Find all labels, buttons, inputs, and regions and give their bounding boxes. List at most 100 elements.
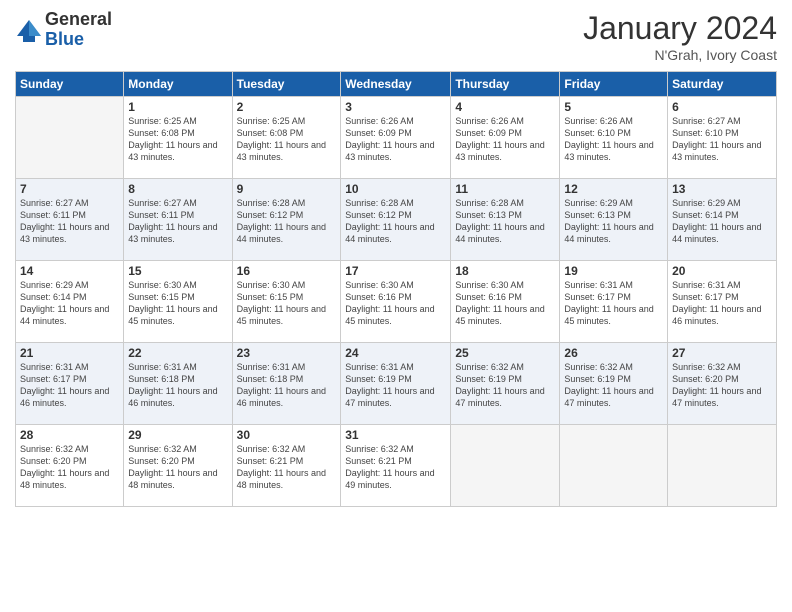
logo-icon — [15, 16, 43, 44]
day-number: 25 — [455, 346, 555, 360]
day-number: 30 — [237, 428, 337, 442]
header-thursday: Thursday — [451, 72, 560, 97]
table-row: 26Sunrise: 6:32 AM Sunset: 6:19 PM Dayli… — [560, 343, 668, 425]
day-number: 29 — [128, 428, 227, 442]
day-info: Sunrise: 6:31 AM Sunset: 6:17 PM Dayligh… — [20, 361, 119, 410]
day-info: Sunrise: 6:28 AM Sunset: 6:12 PM Dayligh… — [345, 197, 446, 246]
day-info: Sunrise: 6:29 AM Sunset: 6:13 PM Dayligh… — [564, 197, 663, 246]
calendar-week-row: 7Sunrise: 6:27 AM Sunset: 6:11 PM Daylig… — [16, 179, 777, 261]
table-row: 11Sunrise: 6:28 AM Sunset: 6:13 PM Dayli… — [451, 179, 560, 261]
table-row: 20Sunrise: 6:31 AM Sunset: 6:17 PM Dayli… — [668, 261, 777, 343]
day-info: Sunrise: 6:30 AM Sunset: 6:15 PM Dayligh… — [237, 279, 337, 328]
day-number: 5 — [564, 100, 663, 114]
table-row — [668, 425, 777, 507]
day-number: 28 — [20, 428, 119, 442]
table-row: 21Sunrise: 6:31 AM Sunset: 6:17 PM Dayli… — [16, 343, 124, 425]
logo-text: General Blue — [45, 10, 112, 50]
table-row: 6Sunrise: 6:27 AM Sunset: 6:10 PM Daylig… — [668, 97, 777, 179]
day-number: 11 — [455, 182, 555, 196]
day-number: 18 — [455, 264, 555, 278]
calendar-week-row: 14Sunrise: 6:29 AM Sunset: 6:14 PM Dayli… — [16, 261, 777, 343]
day-number: 2 — [237, 100, 337, 114]
table-row: 9Sunrise: 6:28 AM Sunset: 6:12 PM Daylig… — [232, 179, 341, 261]
table-row: 23Sunrise: 6:31 AM Sunset: 6:18 PM Dayli… — [232, 343, 341, 425]
day-info: Sunrise: 6:27 AM Sunset: 6:10 PM Dayligh… — [672, 115, 772, 164]
day-info: Sunrise: 6:26 AM Sunset: 6:10 PM Dayligh… — [564, 115, 663, 164]
table-row: 2Sunrise: 6:25 AM Sunset: 6:08 PM Daylig… — [232, 97, 341, 179]
day-number: 1 — [128, 100, 227, 114]
day-number: 27 — [672, 346, 772, 360]
day-number: 3 — [345, 100, 446, 114]
table-row: 28Sunrise: 6:32 AM Sunset: 6:20 PM Dayli… — [16, 425, 124, 507]
day-number: 22 — [128, 346, 227, 360]
day-number: 16 — [237, 264, 337, 278]
table-row: 14Sunrise: 6:29 AM Sunset: 6:14 PM Dayli… — [16, 261, 124, 343]
day-number: 8 — [128, 182, 227, 196]
calendar-body: 1Sunrise: 6:25 AM Sunset: 6:08 PM Daylig… — [16, 97, 777, 507]
table-row: 7Sunrise: 6:27 AM Sunset: 6:11 PM Daylig… — [16, 179, 124, 261]
day-info: Sunrise: 6:29 AM Sunset: 6:14 PM Dayligh… — [20, 279, 119, 328]
table-row: 3Sunrise: 6:26 AM Sunset: 6:09 PM Daylig… — [341, 97, 451, 179]
table-row: 25Sunrise: 6:32 AM Sunset: 6:19 PM Dayli… — [451, 343, 560, 425]
table-row: 4Sunrise: 6:26 AM Sunset: 6:09 PM Daylig… — [451, 97, 560, 179]
day-number: 4 — [455, 100, 555, 114]
logo-general-text: General — [45, 10, 112, 30]
day-info: Sunrise: 6:32 AM Sunset: 6:20 PM Dayligh… — [20, 443, 119, 492]
day-number: 15 — [128, 264, 227, 278]
table-row: 31Sunrise: 6:32 AM Sunset: 6:21 PM Dayli… — [341, 425, 451, 507]
table-row: 16Sunrise: 6:30 AM Sunset: 6:15 PM Dayli… — [232, 261, 341, 343]
header-friday: Friday — [560, 72, 668, 97]
day-info: Sunrise: 6:31 AM Sunset: 6:18 PM Dayligh… — [237, 361, 337, 410]
day-info: Sunrise: 6:30 AM Sunset: 6:16 PM Dayligh… — [455, 279, 555, 328]
table-row: 19Sunrise: 6:31 AM Sunset: 6:17 PM Dayli… — [560, 261, 668, 343]
day-info: Sunrise: 6:32 AM Sunset: 6:20 PM Dayligh… — [672, 361, 772, 410]
day-info: Sunrise: 6:25 AM Sunset: 6:08 PM Dayligh… — [237, 115, 337, 164]
day-info: Sunrise: 6:32 AM Sunset: 6:19 PM Dayligh… — [455, 361, 555, 410]
header: General Blue January 2024 N'Grah, Ivory … — [15, 10, 777, 63]
day-number: 23 — [237, 346, 337, 360]
day-info: Sunrise: 6:31 AM Sunset: 6:18 PM Dayligh… — [128, 361, 227, 410]
location: N'Grah, Ivory Coast — [583, 47, 777, 63]
day-info: Sunrise: 6:31 AM Sunset: 6:19 PM Dayligh… — [345, 361, 446, 410]
day-number: 20 — [672, 264, 772, 278]
calendar-header: Sunday Monday Tuesday Wednesday Thursday… — [16, 72, 777, 97]
logo: General Blue — [15, 10, 112, 50]
day-number: 13 — [672, 182, 772, 196]
day-info: Sunrise: 6:25 AM Sunset: 6:08 PM Dayligh… — [128, 115, 227, 164]
header-wednesday: Wednesday — [341, 72, 451, 97]
table-row: 22Sunrise: 6:31 AM Sunset: 6:18 PM Dayli… — [124, 343, 232, 425]
day-info: Sunrise: 6:28 AM Sunset: 6:13 PM Dayligh… — [455, 197, 555, 246]
day-number: 6 — [672, 100, 772, 114]
table-row: 10Sunrise: 6:28 AM Sunset: 6:12 PM Dayli… — [341, 179, 451, 261]
table-row — [451, 425, 560, 507]
calendar-week-row: 28Sunrise: 6:32 AM Sunset: 6:20 PM Dayli… — [16, 425, 777, 507]
calendar-week-row: 21Sunrise: 6:31 AM Sunset: 6:17 PM Dayli… — [16, 343, 777, 425]
table-row: 27Sunrise: 6:32 AM Sunset: 6:20 PM Dayli… — [668, 343, 777, 425]
day-number: 10 — [345, 182, 446, 196]
day-number: 9 — [237, 182, 337, 196]
day-info: Sunrise: 6:32 AM Sunset: 6:21 PM Dayligh… — [237, 443, 337, 492]
day-number: 14 — [20, 264, 119, 278]
table-row: 17Sunrise: 6:30 AM Sunset: 6:16 PM Dayli… — [341, 261, 451, 343]
table-row: 18Sunrise: 6:30 AM Sunset: 6:16 PM Dayli… — [451, 261, 560, 343]
table-row: 8Sunrise: 6:27 AM Sunset: 6:11 PM Daylig… — [124, 179, 232, 261]
title-area: January 2024 N'Grah, Ivory Coast — [583, 10, 777, 63]
header-sunday: Sunday — [16, 72, 124, 97]
header-row: Sunday Monday Tuesday Wednesday Thursday… — [16, 72, 777, 97]
day-number: 17 — [345, 264, 446, 278]
day-info: Sunrise: 6:26 AM Sunset: 6:09 PM Dayligh… — [455, 115, 555, 164]
day-info: Sunrise: 6:30 AM Sunset: 6:16 PM Dayligh… — [345, 279, 446, 328]
table-row: 12Sunrise: 6:29 AM Sunset: 6:13 PM Dayli… — [560, 179, 668, 261]
day-info: Sunrise: 6:32 AM Sunset: 6:20 PM Dayligh… — [128, 443, 227, 492]
day-info: Sunrise: 6:32 AM Sunset: 6:19 PM Dayligh… — [564, 361, 663, 410]
table-row: 24Sunrise: 6:31 AM Sunset: 6:19 PM Dayli… — [341, 343, 451, 425]
header-monday: Monday — [124, 72, 232, 97]
day-number: 26 — [564, 346, 663, 360]
calendar-table: Sunday Monday Tuesday Wednesday Thursday… — [15, 71, 777, 507]
table-row: 1Sunrise: 6:25 AM Sunset: 6:08 PM Daylig… — [124, 97, 232, 179]
day-number: 21 — [20, 346, 119, 360]
calendar-week-row: 1Sunrise: 6:25 AM Sunset: 6:08 PM Daylig… — [16, 97, 777, 179]
month-title: January 2024 — [583, 10, 777, 47]
day-number: 24 — [345, 346, 446, 360]
day-info: Sunrise: 6:30 AM Sunset: 6:15 PM Dayligh… — [128, 279, 227, 328]
